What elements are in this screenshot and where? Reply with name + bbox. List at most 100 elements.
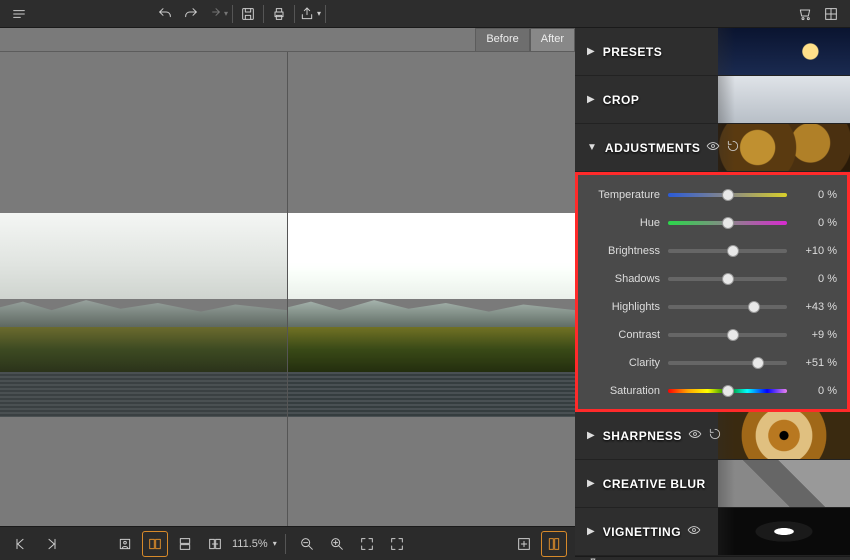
chevron-down-icon: ▼	[587, 142, 597, 153]
eye-icon[interactable]	[706, 139, 720, 156]
adjustment-row-hue: Hue0 %	[588, 213, 837, 233]
adjustment-slider[interactable]	[668, 221, 787, 225]
adjustment-value: +43 %	[787, 301, 837, 313]
adjustment-label: Saturation	[588, 385, 668, 397]
adjustment-value: +10 %	[787, 245, 837, 257]
panel-title: VIGNETTING	[603, 525, 681, 539]
single-view-button[interactable]	[112, 531, 138, 557]
slider-thumb[interactable]	[722, 217, 734, 229]
adjustment-label: Shadows	[588, 273, 668, 285]
cart-button[interactable]	[792, 2, 818, 26]
zoom-in-button[interactable]	[324, 531, 350, 557]
separator	[294, 5, 295, 23]
chevron-right-icon: ▶	[587, 430, 595, 441]
info-toggle-button[interactable]	[541, 531, 567, 557]
zoom-fit-button[interactable]	[354, 531, 380, 557]
menu-icon[interactable]	[6, 2, 32, 26]
panel-adjustments[interactable]: ▼ ADJUSTMENTS	[575, 124, 850, 172]
adjustment-value: 0 %	[787, 189, 837, 201]
panel-sharpness[interactable]: ▶ SHARPNESS	[575, 412, 850, 460]
tab-before[interactable]: Before	[475, 28, 529, 51]
zoom-level[interactable]: 111.5%▾	[232, 538, 277, 550]
panel-title: SHARPNESS	[603, 429, 682, 443]
view-tabs: Before After	[0, 28, 575, 52]
eye-icon[interactable]	[688, 427, 702, 444]
slider-thumb[interactable]	[727, 329, 739, 341]
reset-icon[interactable]	[726, 139, 740, 156]
preview-split	[0, 52, 575, 526]
panel-crop[interactable]: ▶ CROP	[575, 76, 850, 124]
zoom-out-button[interactable]	[294, 531, 320, 557]
split-swap-button[interactable]	[202, 531, 228, 557]
adjustment-row-highlights: Highlights+43 %	[588, 297, 837, 317]
undo-button[interactable]	[152, 2, 178, 26]
adjustment-row-shadows: Shadows 0 %	[588, 269, 837, 289]
app-root: ▾ ▾ Before After	[0, 0, 850, 560]
slider-thumb[interactable]	[727, 245, 739, 257]
bottom-toolbar: 111.5%▾	[0, 526, 575, 560]
adjustment-slider[interactable]	[668, 249, 787, 253]
adjustment-value: +9 %	[787, 329, 837, 341]
redo-button[interactable]	[178, 2, 204, 26]
adjustments-body: Temperature0 %Hue0 %Brightness+10 %Shado…	[575, 172, 850, 412]
separator	[325, 5, 326, 23]
zoom-value: 111.5%	[232, 538, 268, 550]
split-view-button[interactable]	[142, 531, 168, 557]
separator	[285, 534, 286, 554]
tab-after[interactable]: After	[530, 28, 575, 51]
slider-thumb[interactable]	[752, 357, 764, 369]
save-button[interactable]	[235, 2, 261, 26]
zoom-100-button[interactable]	[384, 531, 410, 557]
slider-thumb[interactable]	[748, 301, 760, 313]
panel-title: ADJUSTMENTS	[605, 141, 701, 155]
adjustment-row-clarity: Clarity +51 %	[588, 353, 837, 373]
panel-title: CREATIVE BLUR	[603, 477, 706, 491]
slider-thumb[interactable]	[722, 385, 734, 397]
adjustment-row-temperature: Temperature 0 %	[588, 185, 837, 205]
canvas-area: Before After	[0, 28, 575, 560]
adjustment-slider[interactable]	[668, 277, 787, 281]
adjustment-slider[interactable]	[668, 305, 787, 309]
chevron-right-icon: ▶	[587, 94, 595, 105]
create-preset-button[interactable]: Create a preset with current settings	[575, 556, 850, 560]
slider-thumb[interactable]	[722, 273, 734, 285]
top-toolbar: ▾ ▾	[0, 0, 850, 28]
add-button[interactable]	[511, 531, 537, 557]
panel-title: PRESETS	[603, 45, 663, 59]
panel-creative-blur[interactable]: ▶ CREATIVE BLUR	[575, 460, 850, 508]
main-area: Before After	[0, 28, 850, 560]
adjustment-label: Contrast	[588, 329, 668, 341]
panel-presets[interactable]: ▶ PRESETS	[575, 28, 850, 76]
prev-image-button[interactable]	[8, 531, 34, 557]
adjustment-row-brightness: Brightness+10 %	[588, 241, 837, 261]
preview-before[interactable]	[0, 52, 287, 526]
panel-vignetting[interactable]: ▶ VIGNETTING	[575, 508, 850, 556]
adjustment-value: +51 %	[787, 357, 837, 369]
history-dropdown[interactable]: ▾	[204, 2, 230, 26]
adjustment-value: 0 %	[787, 385, 837, 397]
accordion: ▶ PRESETS ▶ CROP ▼ ADJUSTMENTS	[575, 28, 850, 556]
preview-after[interactable]	[287, 52, 575, 526]
chevron-right-icon: ▶	[587, 478, 595, 489]
side-panel: ▶ PRESETS ▶ CROP ▼ ADJUSTMENTS	[575, 28, 850, 560]
adjustment-label: Clarity	[588, 357, 668, 369]
print-button[interactable]	[266, 2, 292, 26]
next-image-button[interactable]	[38, 531, 64, 557]
adjustment-value: 0 %	[787, 273, 837, 285]
adjustment-slider[interactable]	[668, 361, 787, 365]
reset-icon[interactable]	[708, 427, 722, 444]
adjustment-value: 0 %	[787, 217, 837, 229]
split-vert-button[interactable]	[172, 531, 198, 557]
separator	[232, 5, 233, 23]
chevron-right-icon: ▶	[587, 46, 595, 57]
eye-icon[interactable]	[687, 523, 701, 540]
adjustment-row-saturation: Saturation 0 %	[588, 381, 837, 401]
adjustment-label: Temperature	[588, 189, 668, 201]
panel-title: CROP	[603, 93, 640, 107]
adjustment-slider[interactable]	[668, 333, 787, 337]
adjustment-slider[interactable]	[668, 389, 787, 393]
slider-thumb[interactable]	[722, 189, 734, 201]
export-button[interactable]: ▾	[297, 2, 323, 26]
grid-button[interactable]	[818, 2, 844, 26]
adjustment-slider[interactable]	[668, 193, 787, 197]
